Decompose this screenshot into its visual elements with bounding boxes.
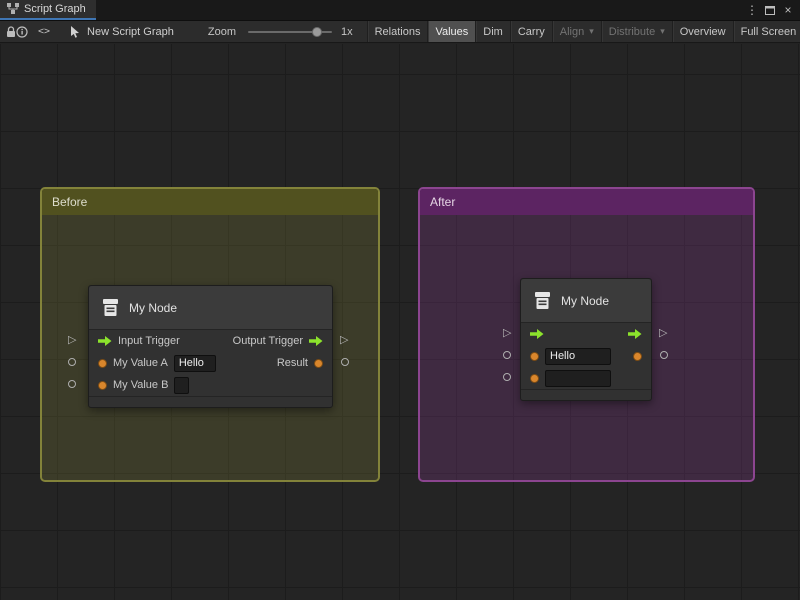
- value-port-icon[interactable]: [530, 374, 539, 383]
- exec-port-triangle[interactable]: ▷: [68, 334, 76, 346]
- zoom-control: Zoom 1x: [208, 26, 353, 38]
- value-port-icon[interactable]: [98, 359, 107, 368]
- script-graph-window: Script Graph ⋮ × <> New Script Graph Zoo…: [0, 0, 800, 600]
- graph-toolbar: <> New Script Graph Zoom 1x Relations Va…: [0, 20, 800, 43]
- value-b-field[interactable]: [174, 377, 189, 394]
- output-trigger-label: Output Trigger: [233, 335, 303, 347]
- exec-output-port-icon[interactable]: [309, 336, 323, 346]
- value-a-field[interactable]: [174, 355, 216, 372]
- exec-output-port-icon[interactable]: [628, 329, 642, 339]
- close-icon[interactable]: ×: [781, 2, 795, 18]
- graph-canvas[interactable]: Before After My Node: [0, 44, 800, 600]
- graph-name-label: New Script Graph: [87, 26, 174, 38]
- window-controls: ⋮ ×: [745, 0, 800, 20]
- node-header[interactable]: My Node: [521, 279, 651, 323]
- value-port-icon[interactable]: [98, 381, 107, 390]
- value-a-field[interactable]: [545, 348, 611, 365]
- value-b-field[interactable]: [545, 370, 611, 387]
- node-footer: [521, 389, 651, 400]
- fullscreen-button[interactable]: Full Screen: [733, 21, 800, 42]
- exec-port-triangle[interactable]: ▷: [659, 327, 667, 339]
- script-graph-icon: [7, 3, 19, 15]
- tab-title: Script Graph: [24, 3, 86, 15]
- carry-button[interactable]: Carry: [510, 21, 552, 42]
- value-port-icon[interactable]: [633, 352, 642, 361]
- zoom-slider-handle[interactable]: [312, 27, 322, 37]
- menu-icon[interactable]: ⋮: [745, 2, 759, 18]
- tab-script-graph[interactable]: Script Graph: [0, 0, 96, 20]
- graph-name: New Script Graph: [70, 26, 174, 38]
- value-a-label: My Value A: [113, 357, 168, 369]
- chevron-down-icon: ▾: [660, 27, 665, 37]
- node-my-node-before[interactable]: My Node Input Trigger Output Trigger My …: [88, 285, 333, 408]
- overview-button[interactable]: Overview: [672, 21, 733, 42]
- value-port-circle[interactable]: [503, 351, 511, 359]
- maximize-icon[interactable]: [763, 2, 777, 18]
- input-trigger-label: Input Trigger: [118, 335, 180, 347]
- exec-input-port-icon[interactable]: [530, 329, 544, 339]
- value-port-circle[interactable]: [68, 358, 76, 366]
- relations-button[interactable]: Relations: [367, 21, 428, 42]
- node-my-node-after[interactable]: My Node: [520, 278, 652, 401]
- cursor-icon: [70, 26, 81, 38]
- zoom-value: 1x: [341, 26, 353, 38]
- node-row-triggers: [521, 323, 651, 345]
- lock-icon[interactable]: [6, 21, 16, 43]
- node-row-triggers: Input Trigger Output Trigger: [89, 330, 332, 352]
- value-port-circle[interactable]: [503, 373, 511, 381]
- group-before-header[interactable]: Before: [42, 189, 378, 215]
- value-port-icon[interactable]: [314, 359, 323, 368]
- value-port-circle[interactable]: [660, 351, 668, 359]
- chevron-down-icon: ▾: [589, 27, 594, 37]
- exec-input-port-icon[interactable]: [98, 336, 112, 346]
- value-port-circle[interactable]: [341, 358, 349, 366]
- node-row-value-a: [521, 345, 651, 367]
- group-after-title: After: [430, 195, 455, 209]
- distribute-dropdown[interactable]: Distribute▾: [601, 21, 672, 42]
- node-header[interactable]: My Node: [89, 286, 332, 330]
- value-b-label: My Value B: [113, 379, 168, 391]
- dim-button[interactable]: Dim: [475, 21, 510, 42]
- exec-port-triangle[interactable]: ▷: [340, 334, 348, 346]
- node-row-value-a: My Value A Result: [89, 352, 332, 374]
- values-button[interactable]: Values: [427, 21, 475, 42]
- node-icon: [101, 298, 120, 317]
- info-icon[interactable]: [16, 21, 28, 43]
- node-footer: [89, 396, 332, 407]
- code-icon[interactable]: <>: [38, 21, 50, 43]
- node-title: My Node: [561, 294, 609, 308]
- node-icon: [533, 291, 552, 310]
- group-before-title: Before: [52, 195, 87, 209]
- value-port-icon[interactable]: [530, 352, 539, 361]
- value-port-circle[interactable]: [68, 380, 76, 388]
- zoom-slider[interactable]: [248, 31, 332, 33]
- align-dropdown[interactable]: Align▾: [552, 21, 601, 42]
- tab-bar: Script Graph ⋮ ×: [0, 0, 800, 20]
- group-after-header[interactable]: After: [420, 189, 753, 215]
- result-label: Result: [277, 357, 308, 369]
- toolbar-buttons: Relations Values Dim Carry Align▾ Distri…: [367, 21, 800, 42]
- node-title: My Node: [129, 301, 177, 315]
- exec-port-triangle[interactable]: ▷: [503, 327, 511, 339]
- zoom-label: Zoom: [208, 26, 236, 38]
- node-row-value-b: My Value B: [89, 374, 332, 396]
- node-row-value-b: [521, 367, 651, 389]
